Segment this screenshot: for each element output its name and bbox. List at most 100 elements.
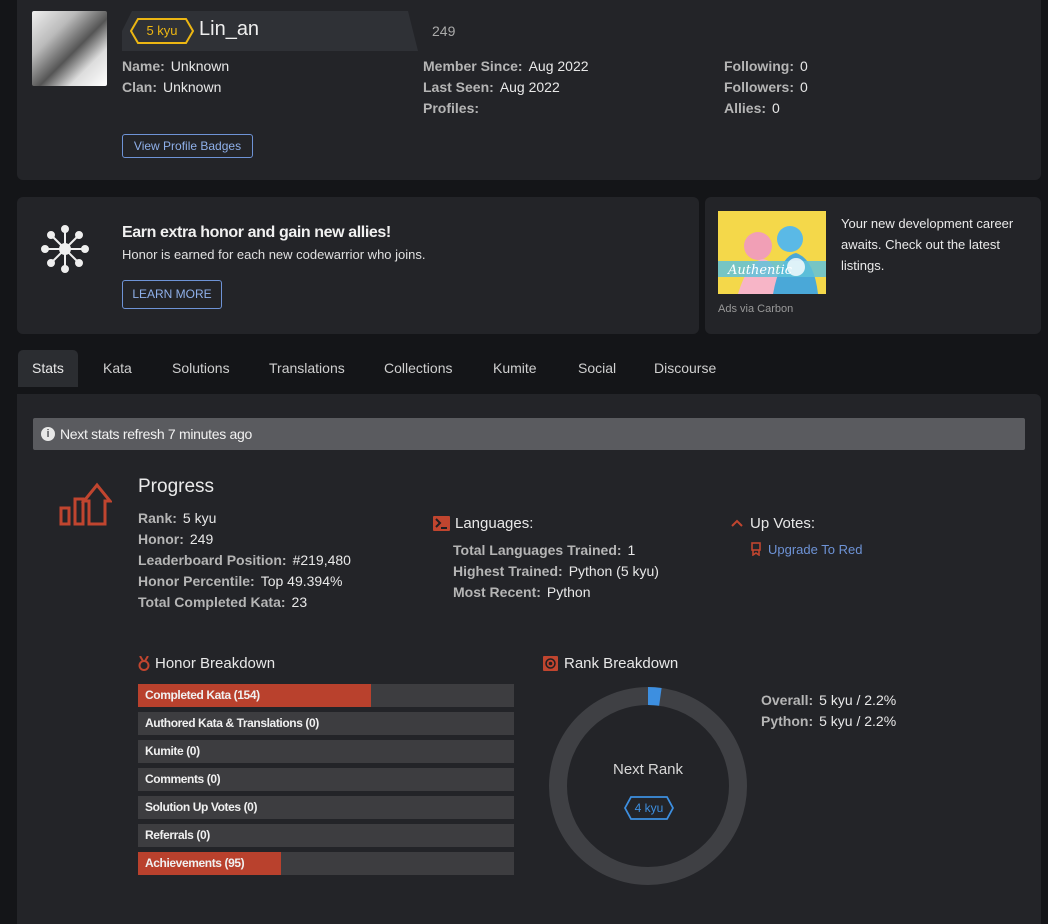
rank-value: 5 kyu bbox=[182, 510, 217, 526]
honor-bar-comments: Comments (0) bbox=[138, 768, 514, 791]
rank-progress-donut bbox=[549, 687, 747, 885]
target-icon bbox=[543, 656, 558, 671]
kyu-rank-label: 5 kyu bbox=[146, 23, 178, 38]
honor-count: 249 bbox=[432, 23, 456, 39]
progress-chart-icon bbox=[59, 482, 112, 526]
member-since-value: Aug 2022 bbox=[528, 58, 589, 74]
overall-rank-row: Overall: 5 kyu / 2.2% bbox=[761, 692, 896, 708]
tab-kata[interactable]: Kata bbox=[89, 350, 146, 387]
ad-image-lettering: Authentic bbox=[727, 263, 793, 278]
donut-track bbox=[549, 687, 747, 885]
followers-row[interactable]: Followers: 0 bbox=[724, 79, 808, 95]
username: Lin_an bbox=[199, 18, 260, 40]
leaderboard-row: Leaderboard Position: #219,480 bbox=[138, 552, 351, 568]
overall-rank-value: 5 kyu / 2.2% bbox=[819, 692, 897, 708]
rank-row: Rank: 5 kyu bbox=[138, 510, 216, 526]
languages-highest-value: Python (5 kyu) bbox=[568, 563, 659, 579]
ribbon-icon bbox=[751, 542, 761, 556]
overall-rank-label: Overall: bbox=[761, 692, 814, 708]
tab-collections[interactable]: Collections bbox=[370, 350, 466, 387]
allies-row[interactable]: Allies: 0 bbox=[724, 100, 780, 116]
tab-discourse[interactable]: Discourse bbox=[640, 350, 730, 387]
honor-bar-kumite: Kumite (0) bbox=[138, 740, 514, 763]
learn-more-button[interactable]: LEARN MORE bbox=[122, 280, 222, 309]
kyu-rank-badge: 5 kyu bbox=[130, 18, 194, 44]
promo-title: Earn extra honor and gain new allies! bbox=[122, 224, 391, 241]
percentile-label: Honor Percentile: bbox=[138, 573, 255, 589]
allies-label: Allies: bbox=[724, 100, 767, 116]
honor-row: Honor: 249 bbox=[138, 531, 213, 547]
member-since-label: Member Since: bbox=[423, 58, 523, 74]
info-icon: i bbox=[41, 427, 55, 441]
profiles-label: Profiles: bbox=[423, 100, 480, 116]
ad-image[interactable]: Authentic bbox=[718, 211, 826, 294]
ad-via-carbon[interactable]: Ads via Carbon bbox=[718, 303, 793, 315]
honor-bar-label: Kumite (0) bbox=[145, 744, 200, 758]
tab-stats[interactable]: Stats bbox=[18, 350, 78, 387]
next-rank-value: 4 kyu bbox=[634, 801, 664, 815]
python-rank-row: Python: 5 kyu / 2.2% bbox=[761, 713, 896, 729]
languages-total-label: Total Languages Trained: bbox=[453, 542, 622, 558]
completed-row: Total Completed Kata: 23 bbox=[138, 594, 307, 610]
chevron-up-icon bbox=[731, 519, 743, 527]
network-icon bbox=[41, 225, 89, 273]
clan-label: Clan: bbox=[122, 79, 157, 95]
ad-text[interactable]: Your new development career awaits. Chec… bbox=[841, 213, 1036, 276]
percentile-row: Honor Percentile: Top 49.394% bbox=[138, 573, 342, 589]
leaderboard-label: Leaderboard Position: bbox=[138, 552, 287, 568]
following-value: 0 bbox=[799, 58, 808, 74]
honor-value: 249 bbox=[189, 531, 214, 547]
tab-kumite[interactable]: Kumite bbox=[479, 350, 551, 387]
view-profile-badges-button[interactable]: View Profile Badges bbox=[122, 134, 253, 158]
rank-label: Rank: bbox=[138, 510, 177, 526]
last-seen-value: Aug 2022 bbox=[499, 79, 560, 95]
next-rank-badge: 4 kyu bbox=[624, 796, 674, 820]
promo-text: Honor is earned for each new codewarrior… bbox=[122, 247, 426, 262]
honor-bar-label: Solution Up Votes (0) bbox=[145, 800, 258, 814]
languages-recent-row: Most Recent: Python bbox=[453, 584, 591, 600]
last-seen-label: Last Seen: bbox=[423, 79, 494, 95]
honor-bar-completed-kata: Completed Kata (154) bbox=[138, 684, 514, 707]
followers-label: Followers: bbox=[724, 79, 795, 95]
progress-title: Progress bbox=[138, 476, 215, 497]
completed-value: 23 bbox=[291, 594, 308, 610]
tab-solutions[interactable]: Solutions bbox=[158, 350, 244, 387]
leaderboard-value: #219,480 bbox=[292, 552, 351, 568]
honor-bar-referrals: Referrals (0) bbox=[138, 824, 514, 847]
honor-bar-label: Completed Kata (154) bbox=[145, 688, 260, 702]
tab-translations[interactable]: Translations bbox=[255, 350, 359, 387]
python-rank-label: Python: bbox=[761, 713, 814, 729]
stats-refresh-text: Next stats refresh 7 minutes ago bbox=[60, 426, 252, 442]
name-row: Name: Unknown bbox=[122, 58, 229, 74]
name-label: Name: bbox=[122, 58, 165, 74]
stats-refresh-notice: i Next stats refresh 7 minutes ago bbox=[33, 418, 1025, 450]
terminal-icon bbox=[433, 516, 450, 531]
percentile-value: Top 49.394% bbox=[260, 573, 343, 589]
honor-bar-achievements: Achievements (95) bbox=[138, 852, 514, 875]
honor-bar-label: Authored Kata & Translations (0) bbox=[145, 716, 319, 730]
honor-bar-solution-upvotes: Solution Up Votes (0) bbox=[138, 796, 514, 819]
languages-total-row: Total Languages Trained: 1 bbox=[453, 542, 635, 558]
name-value: Unknown bbox=[170, 58, 230, 74]
completed-label: Total Completed Kata: bbox=[138, 594, 286, 610]
upgrade-to-red-link[interactable]: Upgrade To Red bbox=[768, 542, 862, 557]
honor-bar-authored-kata: Authored Kata & Translations (0) bbox=[138, 712, 514, 735]
honor-bar-label: Comments (0) bbox=[145, 772, 221, 786]
following-row[interactable]: Following: 0 bbox=[724, 58, 808, 74]
upvotes-title: Up Votes: bbox=[750, 515, 816, 532]
clan-value: Unknown bbox=[163, 79, 222, 95]
tab-social[interactable]: Social bbox=[564, 350, 630, 387]
next-rank-label: Next Rank bbox=[612, 761, 684, 778]
avatar[interactable] bbox=[32, 11, 107, 86]
honor-bar-label: Referrals (0) bbox=[145, 828, 210, 842]
following-label: Following: bbox=[724, 58, 794, 74]
honor-breakdown-title: Honor Breakdown bbox=[155, 655, 276, 672]
languages-title: Languages: bbox=[455, 515, 534, 532]
profiles-row: Profiles: bbox=[423, 100, 485, 116]
clan-row: Clan: Unknown bbox=[122, 79, 221, 95]
languages-recent-label: Most Recent: bbox=[453, 584, 541, 600]
languages-highest-label: Highest Trained: bbox=[453, 563, 563, 579]
honor-promo-panel bbox=[17, 197, 699, 334]
last-seen-row: Last Seen: Aug 2022 bbox=[423, 79, 560, 95]
languages-total-value: 1 bbox=[627, 542, 636, 558]
